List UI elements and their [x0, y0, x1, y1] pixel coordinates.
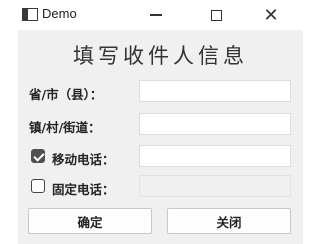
landline-input [139, 175, 291, 197]
province-input[interactable] [139, 80, 291, 102]
form-heading: 填写收件人信息 [73, 44, 248, 68]
minimize-icon [150, 14, 162, 16]
maximize-icon [210, 9, 222, 21]
mobile-label: 移动电话： [52, 152, 115, 167]
street-input[interactable] [139, 113, 291, 135]
demo-window: Demo ✕ 填写收件人信息 省/市（县）： 镇/村/街道： 移动电话： 固定电… [18, 0, 303, 244]
province-label: 省/市（县）： [29, 87, 103, 102]
close-button[interactable]: 关闭 [167, 208, 291, 234]
maximize-button[interactable] [198, 2, 234, 28]
mobile-checkbox[interactable] [31, 149, 45, 163]
landline-checkbox[interactable] [31, 179, 45, 193]
landline-label: 固定电话： [52, 182, 115, 197]
mobile-input[interactable] [139, 145, 291, 167]
close-icon: ✕ [263, 4, 279, 26]
window-title: Demo [42, 6, 77, 21]
ok-button[interactable]: 确定 [28, 208, 152, 234]
title-bar[interactable]: Demo ✕ [18, 0, 303, 30]
street-label: 镇/村/街道： [29, 120, 101, 135]
close-window-button[interactable]: ✕ [253, 2, 289, 28]
app-window-icon [22, 8, 38, 21]
minimize-button[interactable] [138, 2, 174, 28]
